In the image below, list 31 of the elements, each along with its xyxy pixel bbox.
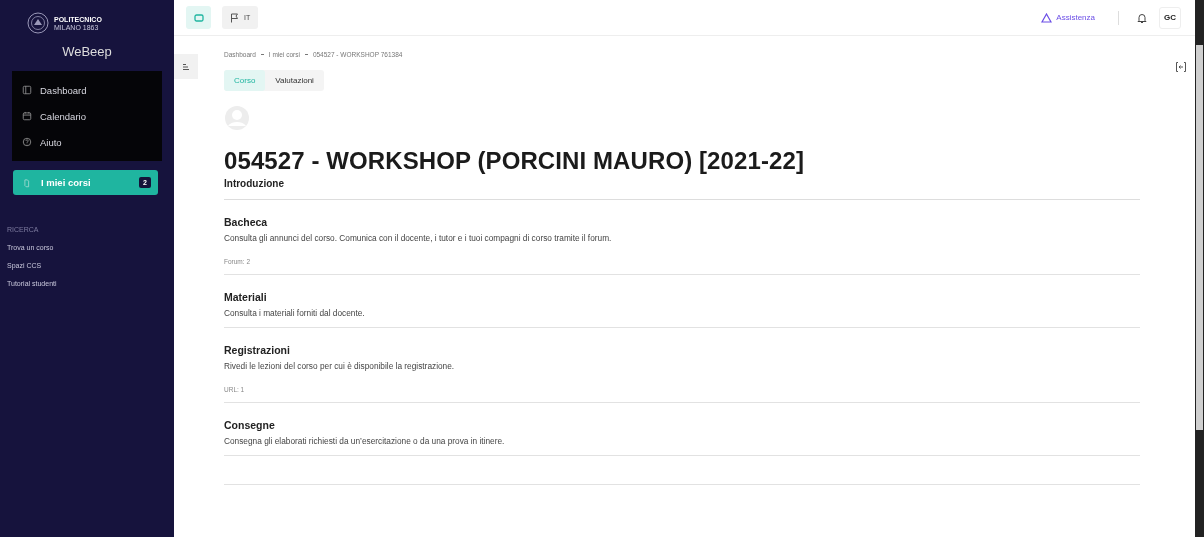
layout-icon <box>22 85 32 95</box>
app-name: WeBeep <box>61 44 113 59</box>
tab[interactable]: Valutazioni <box>265 70 324 91</box>
sidebar-toggle-button[interactable] <box>186 6 211 29</box>
user-avatar-button[interactable]: GC <box>1159 6 1181 29</box>
collapse-button[interactable] <box>174 54 198 79</box>
section-title[interactable]: Registrazioni <box>224 344 1140 356</box>
section-description: Rivedi le lezioni del corso per cui è disponibile la registrazione. <box>224 361 456 371</box>
nav-item[interactable]: Calendario <box>12 103 162 129</box>
nav-label: I miei corsi <box>41 177 92 188</box>
help-icon <box>22 137 32 147</box>
bell-icon[interactable] <box>1136 11 1148 24</box>
align-icon <box>182 62 190 71</box>
flag-icon <box>230 12 240 23</box>
panel-icon <box>193 13 204 22</box>
exit-icon[interactable] <box>1175 61 1187 73</box>
section-description: Consegna gli elaborati richiesti da un’esercitazione o da una prova in itinere. <box>224 436 506 446</box>
nav-item[interactable]: Aiuto <box>12 129 162 155</box>
nav-item[interactable]: Dashboard <box>12 77 162 103</box>
course-title: 054527 - WORKSHOP (PORCINI MAURO) [2021-22] <box>224 147 805 175</box>
calendar-icon <box>22 111 32 121</box>
assistance-link[interactable]: Assistenza <box>1035 11 1101 24</box>
section-title[interactable]: Bacheca <box>224 216 1140 228</box>
section-description: Consulta gli annunci del corso. Comunica con il docente, i tutor e i tuoi compagni di corso tramite il forum. <box>224 233 613 243</box>
course-subtitle: Introduzione <box>224 178 285 189</box>
triangle-icon <box>1041 12 1053 23</box>
section-title[interactable]: Consegne <box>224 419 1140 431</box>
scrollbar-thumb[interactable] <box>1196 45 1203 430</box>
university-seal-icon <box>27 12 49 34</box>
section-description: Consulta i materiali forniti dal docente. <box>224 308 366 318</box>
section-title[interactable]: Materiali <box>224 291 1140 303</box>
